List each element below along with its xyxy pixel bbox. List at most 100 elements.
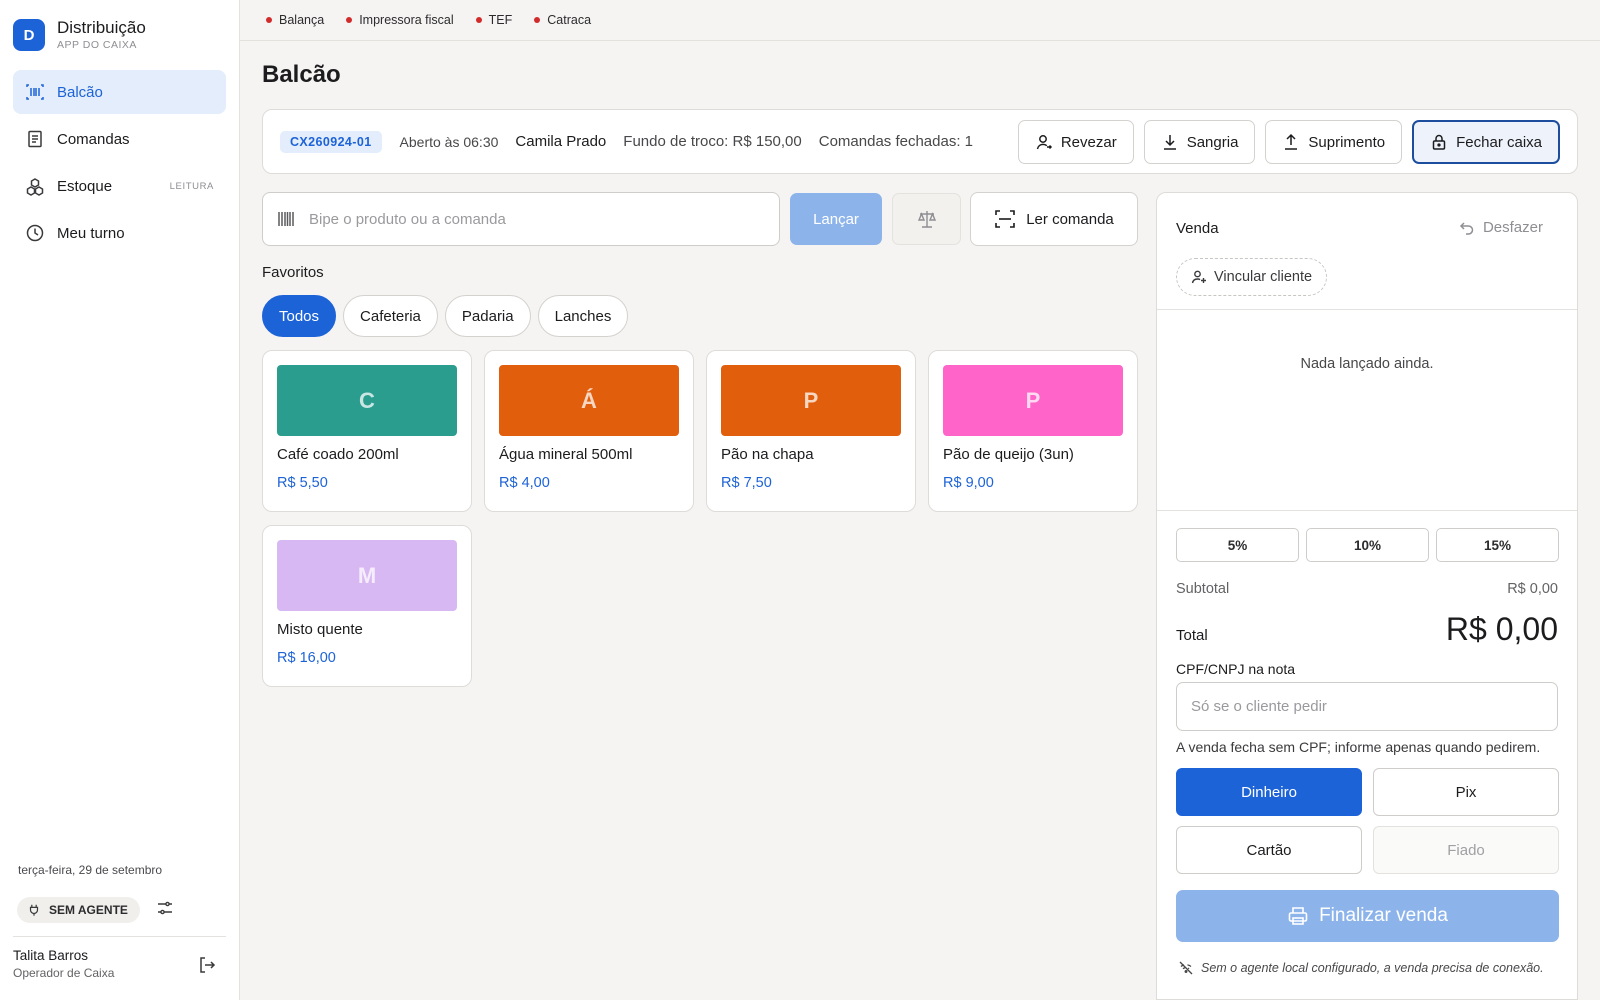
undo-button[interactable]: Desfazer — [1459, 219, 1543, 236]
scan-field[interactable] — [262, 192, 780, 246]
cpf-hint: A venda fecha sem CPF; informe apenas qu… — [1176, 739, 1541, 755]
subtotal-value: R$ 0,00 — [1507, 581, 1558, 597]
finalize-sale-label: Finalizar venda — [1319, 905, 1448, 926]
agent-settings-button[interactable] — [156, 899, 174, 922]
product-name: Café coado 200ml — [277, 446, 399, 463]
suprimento-button[interactable]: Suprimento — [1265, 120, 1403, 164]
product-card[interactable]: C Café coado 200ml R$ 5,50 — [262, 350, 472, 512]
product-price: R$ 5,50 — [277, 475, 328, 491]
sidebar-item-balcao[interactable]: Balcão — [13, 70, 226, 114]
payment-cartao-button[interactable]: Cartão — [1176, 826, 1362, 874]
empty-cart-message: Nada lançado ainda. — [1300, 356, 1434, 372]
revezar-label: Revezar — [1060, 133, 1117, 151]
product-card[interactable]: Á Água mineral 500ml R$ 4,00 — [484, 350, 694, 512]
sidebar-item-label: Meu turno — [57, 224, 125, 242]
offline-note: Sem o agente local configurado, a venda … — [1179, 961, 1544, 975]
download-icon — [1163, 135, 1176, 150]
sidebar-item-estoque[interactable]: Estoque LEITURA — [13, 164, 226, 208]
agent-status-badge: SEM AGENTE — [17, 897, 140, 923]
session-closed-orders: Comandas fechadas: 1 — [818, 133, 974, 150]
product-thumbnail: P — [943, 365, 1123, 436]
product-price: R$ 9,00 — [943, 475, 994, 491]
barcode-icon — [26, 84, 44, 100]
scale-button[interactable] — [892, 193, 961, 245]
sale-title: Venda — [1176, 220, 1219, 237]
user-switch-icon — [1036, 135, 1052, 150]
offline-note-text: Sem o agente local configurado, a venda … — [1201, 961, 1544, 975]
finalize-sale-button[interactable]: Finalizar venda — [1176, 890, 1559, 942]
status-impressora: Impressora fiscal — [346, 13, 454, 27]
link-client-button[interactable]: Vincular cliente — [1176, 258, 1328, 296]
fechar-caixa-label: Fechar caixa — [1456, 133, 1542, 151]
status-label: TEF — [488, 13, 513, 27]
revezar-button[interactable]: Revezar — [1017, 120, 1134, 164]
sliders-icon — [157, 901, 172, 914]
discount-5-button[interactable]: 5% — [1176, 528, 1299, 562]
undo-label: Desfazer — [1482, 219, 1543, 236]
scan-input[interactable] — [309, 210, 765, 228]
brand: D Distribuição APP DO CAIXA — [13, 18, 146, 52]
current-date: terça-feira, 29 de setembro — [18, 863, 163, 877]
sidebar-nav: Balcão Comandas Estoque LEITURA Meu turn… — [13, 70, 226, 258]
lancar-button[interactable]: Lançar — [790, 193, 882, 245]
scan-frame-icon — [995, 210, 1016, 228]
chip-cafeteria[interactable]: Cafeteria — [343, 295, 438, 337]
cpf-input[interactable] — [1176, 682, 1558, 731]
category-chips: Todos Cafeteria Padaria Lanches — [262, 295, 629, 337]
total-value: R$ 0,00 — [1445, 611, 1558, 647]
payment-dinheiro-button[interactable]: Dinheiro — [1176, 768, 1362, 816]
status-label: Impressora fiscal — [359, 13, 454, 27]
status-tef: TEF — [475, 13, 513, 27]
payment-pix-button[interactable]: Pix — [1373, 768, 1559, 816]
divider — [1157, 309, 1577, 310]
payment-methods: Dinheiro Pix Cartão Fiado — [1176, 768, 1559, 874]
status-dot — [346, 17, 353, 23]
discount-10-button[interactable]: 10% — [1306, 528, 1429, 562]
product-thumbnail: P — [721, 365, 901, 436]
total-label: Total — [1176, 627, 1208, 644]
brand-title: Distribuição — [57, 18, 146, 37]
logout-button[interactable] — [197, 955, 217, 975]
sale-panel: Venda Desfazer Vincular cliente Nada lan… — [1156, 192, 1578, 1000]
product-name: Pão na chapa — [721, 446, 814, 463]
chip-lanches[interactable]: Lanches — [537, 295, 629, 337]
readonly-badge: LEITURA — [169, 180, 214, 192]
product-name: Pão de queijo (3un) — [943, 446, 1074, 463]
clock-icon — [26, 224, 44, 242]
product-card[interactable]: P Pão na chapa R$ 7,50 — [706, 350, 916, 512]
payment-fiado-button[interactable]: Fiado — [1373, 826, 1559, 874]
link-client-label: Vincular cliente — [1214, 269, 1313, 285]
product-card[interactable]: P Pão de queijo (3un) R$ 9,00 — [928, 350, 1138, 512]
brand-subtitle: APP DO CAIXA — [57, 39, 137, 51]
barcode-icon — [278, 212, 294, 226]
fechar-caixa-button[interactable]: Fechar caixa — [1412, 120, 1560, 164]
product-thumbnail: Á — [499, 365, 679, 436]
session-change-fund: Fundo de troco: R$ 150,00 — [623, 133, 802, 150]
subtotal-label: Subtotal — [1176, 581, 1230, 597]
user-role: Operador de Caixa — [13, 966, 115, 980]
session-opened-time: Aberto às 06:30 — [399, 133, 499, 150]
product-price: R$ 4,00 — [499, 475, 550, 491]
agent-row: SEM AGENTE — [17, 897, 174, 923]
discount-15-button[interactable]: 15% — [1436, 528, 1559, 562]
product-card[interactable]: M Misto quente R$ 16,00 — [262, 525, 472, 687]
product-price: R$ 7,50 — [721, 475, 772, 491]
session-actions: Revezar Sangria Suprimento Fechar caixa — [1017, 120, 1560, 164]
status-catraca: Catraca — [534, 13, 591, 27]
status-dot — [266, 17, 272, 23]
product-name: Água mineral 500ml — [499, 446, 633, 463]
sidebar-item-meu-turno[interactable]: Meu turno — [13, 211, 226, 255]
session-operator: Camila Prado — [515, 133, 607, 150]
receipt-icon — [28, 130, 42, 148]
ler-comanda-button[interactable]: Ler comanda — [970, 192, 1138, 246]
chip-todos[interactable]: Todos — [262, 295, 337, 337]
page-title: Balcão — [262, 61, 341, 88]
sangria-button[interactable]: Sangria — [1143, 120, 1256, 164]
sangria-label: Sangria — [1186, 133, 1239, 151]
chip-padaria[interactable]: Padaria — [444, 295, 531, 337]
plug-icon — [29, 904, 39, 916]
scale-icon — [917, 211, 936, 228]
undo-icon — [1459, 221, 1474, 235]
sidebar-item-comandas[interactable]: Comandas — [13, 117, 226, 161]
lock-icon — [1432, 134, 1446, 150]
